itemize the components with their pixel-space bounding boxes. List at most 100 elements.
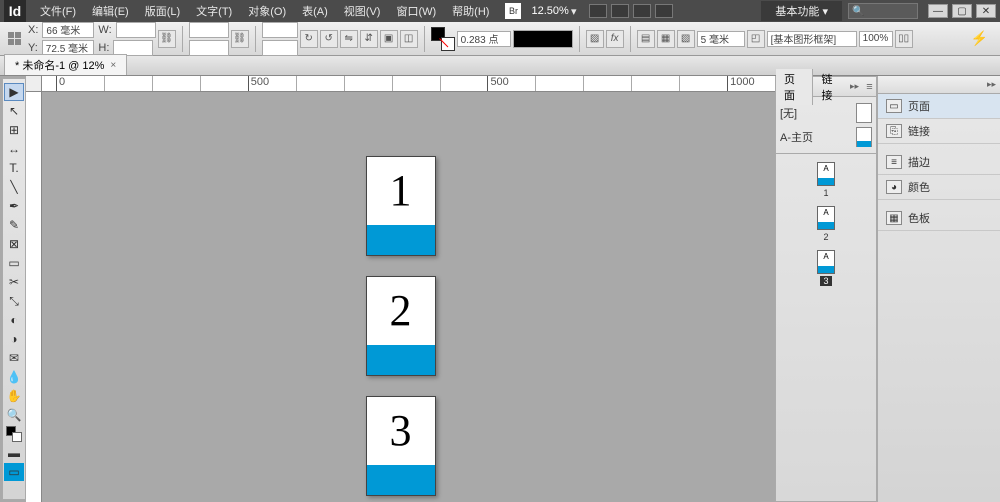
stroke-weight-input[interactable] (457, 31, 511, 47)
flip-h-icon[interactable]: ⇋ (340, 30, 358, 48)
gradient-swatch-tool[interactable]: ◐ (4, 311, 24, 329)
x-input[interactable] (42, 22, 94, 38)
scale-y-input[interactable] (189, 40, 229, 56)
scale-x-input[interactable] (189, 22, 229, 38)
page-2[interactable]: 2 (366, 276, 436, 376)
master-thumb-icon (856, 127, 872, 147)
pencil-tool[interactable]: ✎ (4, 216, 24, 234)
menu-layout[interactable]: 版面(L) (137, 3, 188, 19)
effects-icon[interactable]: ▨ (586, 30, 604, 48)
page-thumb-1[interactable]: A (817, 162, 835, 186)
dock-item-swatches[interactable]: ▦ 色板 (878, 206, 1000, 231)
w-input[interactable] (116, 22, 156, 38)
menu-view[interactable]: 视图(V) (336, 3, 389, 19)
ruler-origin[interactable] (26, 76, 42, 92)
type-tool[interactable]: T. (4, 159, 24, 177)
tab-close-icon[interactable]: × (110, 60, 116, 71)
gap-tool[interactable]: ↔ (4, 140, 24, 158)
apply-color-icon[interactable]: ▬ (4, 444, 24, 462)
rectangle-frame-tool[interactable]: ⊠ (4, 235, 24, 253)
text-wrap-icon-1[interactable]: ▤ (637, 30, 655, 48)
flip-v-icon[interactable]: ⇵ (360, 30, 378, 48)
gap-input[interactable] (697, 31, 745, 47)
corner-options-icon[interactable]: ◰ (747, 30, 765, 48)
search-field[interactable]: 🔍 (848, 3, 918, 19)
master-none[interactable]: [无] (780, 101, 872, 125)
page-1[interactable]: 1 (366, 156, 436, 256)
fill-stroke-toggle[interactable] (4, 425, 24, 443)
shear-input[interactable] (262, 40, 298, 56)
link-scale-icon[interactable]: ⛓ (231, 30, 249, 48)
panel-collapse-icon[interactable]: ▸▸ (850, 81, 859, 92)
menu-edit[interactable]: 编辑(E) (84, 3, 137, 19)
dock-item-links[interactable]: ⎘ 链接 (878, 119, 1000, 144)
document-tabs: * 未命名-1 @ 12% × (0, 56, 1000, 76)
note-tool[interactable]: ✉ (4, 349, 24, 367)
rotate-cw-icon[interactable]: ↻ (300, 30, 318, 48)
page-number: 2 (367, 285, 435, 336)
page-thumbnails: A 1 A 2 A 3 (776, 154, 876, 501)
window-close-button[interactable]: ✕ (976, 4, 996, 18)
dock-item-pages[interactable]: ▭ 页面 (878, 94, 1000, 119)
rotate-ccw-icon[interactable]: ↺ (320, 30, 338, 48)
object-style-dropdown[interactable] (767, 31, 857, 47)
menu-window[interactable]: 窗口(W) (388, 3, 444, 19)
canvas[interactable]: 0 500 500 1000 1 2 3 (26, 76, 775, 502)
bridge-icon[interactable]: Br (505, 3, 521, 19)
page-thumb-2[interactable]: A (817, 206, 835, 230)
dock-collapse-icon[interactable]: ▸▸ (987, 79, 996, 90)
window-maximize-button[interactable]: ▢ (952, 4, 972, 18)
rotation-input[interactable] (262, 22, 298, 38)
view-mode-icon-1[interactable] (589, 4, 607, 18)
text-wrap-icon-2[interactable]: ▦ (657, 30, 675, 48)
view-mode-icon-2[interactable] (611, 4, 629, 18)
hand-tool[interactable]: ✋ (4, 387, 24, 405)
select-container-icon[interactable]: ▣ (380, 30, 398, 48)
window-minimize-button[interactable]: — (928, 4, 948, 18)
page-tool[interactable]: ⊞ (4, 121, 24, 139)
menu-table[interactable]: 表(A) (294, 3, 336, 19)
view-mode-tool[interactable]: ▭ (4, 463, 24, 481)
menu-file[interactable]: 文件(F) (32, 3, 84, 19)
select-content-icon[interactable]: ◫ (400, 30, 418, 48)
menu-type[interactable]: 文字(T) (188, 3, 240, 19)
eyedropper-tool[interactable]: 💧 (4, 368, 24, 386)
zoom-tool[interactable]: 🔍 (4, 406, 24, 424)
menu-help[interactable]: 帮助(H) (444, 3, 497, 19)
zoom-level[interactable]: 12.50% (531, 5, 568, 17)
page-thumb-3[interactable]: A (817, 250, 835, 274)
horizontal-ruler[interactable]: 0 500 500 1000 (42, 76, 775, 92)
line-tool[interactable]: ╲ (4, 178, 24, 196)
free-transform-tool[interactable]: ⤡ (4, 292, 24, 310)
selection-tool[interactable]: ▶ (4, 83, 24, 101)
view-mode-icon-4[interactable] (655, 4, 673, 18)
constrain-icon[interactable]: ⛓ (158, 30, 176, 48)
scissors-tool[interactable]: ✂ (4, 273, 24, 291)
fx-icon[interactable]: fx (606, 30, 624, 48)
master-a[interactable]: A-主页 (780, 125, 872, 149)
page-number: 3 (367, 405, 435, 456)
document-tab[interactable]: * 未命名-1 @ 12% × (4, 54, 127, 75)
page-band (367, 225, 435, 255)
stroke-swatch[interactable] (441, 37, 455, 51)
text-wrap-icon-3[interactable]: ▧ (677, 30, 695, 48)
quick-apply-icon[interactable]: ⚡ (971, 30, 994, 47)
align-icon[interactable]: ▯▯ (895, 30, 913, 48)
dock-item-stroke[interactable]: ≡ 描边 (878, 150, 1000, 175)
stroke-style-dropdown[interactable] (513, 30, 573, 48)
opacity-input[interactable] (859, 31, 893, 47)
panel-menu-icon[interactable]: ≡ (863, 81, 876, 93)
direct-selection-tool[interactable]: ↖ (4, 102, 24, 120)
pen-tool[interactable]: ✒ (4, 197, 24, 215)
reference-point-icon[interactable] (6, 30, 24, 48)
masters-section: [无] A-主页 (776, 97, 876, 154)
workspace-switcher[interactable]: 基本功能 ▾ (761, 1, 842, 21)
page-3[interactable]: 3 (366, 396, 436, 496)
dock-item-color[interactable]: ◕ 颜色 (878, 175, 1000, 200)
view-mode-icon-3[interactable] (633, 4, 651, 18)
gradient-feather-tool[interactable]: ◑ (4, 330, 24, 348)
vertical-ruler[interactable] (26, 92, 42, 502)
zoom-dropdown-icon[interactable]: ▾ (569, 5, 579, 18)
menu-object[interactable]: 对象(O) (240, 3, 294, 19)
rectangle-tool[interactable]: ▭ (4, 254, 24, 272)
